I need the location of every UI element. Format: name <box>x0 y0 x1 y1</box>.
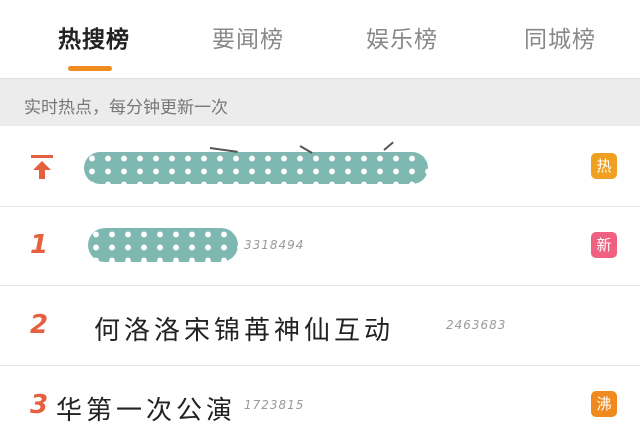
subheader-text: 实时热点，每分钟更新一次 <box>24 98 228 118</box>
new-badge: 新 <box>591 232 617 258</box>
pin-top-icon <box>31 155 53 179</box>
active-tab-indicator <box>68 66 112 71</box>
heat-count: 2463683 <box>446 318 507 332</box>
list-item-pinned[interactable]: 热 <box>0 127 640 207</box>
topic-title: 何洛洛宋锦苒神仙互动 <box>94 316 395 346</box>
tab-local[interactable]: 同城榜 <box>510 20 610 60</box>
list-item[interactable]: 3 华第一次公演 1723815 沸 <box>0 366 640 440</box>
boiling-badge: 沸 <box>591 391 617 417</box>
rank-number: 1 <box>30 230 49 260</box>
tab-news[interactable]: 要闻榜 <box>198 20 298 60</box>
rank-number: 2 <box>30 310 49 340</box>
blurred-title <box>84 152 428 184</box>
topic-title: 华第一次公演 <box>56 396 237 426</box>
scribble-mark <box>383 141 394 151</box>
tab-entertainment[interactable]: 娱乐榜 <box>352 20 452 60</box>
tab-bar: 热搜榜 要闻榜 娱乐榜 同城榜 <box>0 0 640 78</box>
list-item[interactable]: 1 3318494 新 <box>0 207 640 286</box>
blurred-title <box>88 228 238 262</box>
rank-number: 3 <box>30 390 49 420</box>
list-item[interactable]: 2 何洛洛宋锦苒神仙互动 2463683 <box>0 286 640 366</box>
hot-badge: 热 <box>591 153 617 179</box>
heat-count: 1723815 <box>244 398 305 412</box>
heat-count: 3318494 <box>244 238 305 252</box>
subheader: 实时热点，每分钟更新一次 <box>0 78 640 126</box>
tab-hot-search[interactable]: 热搜榜 <box>44 20 144 60</box>
